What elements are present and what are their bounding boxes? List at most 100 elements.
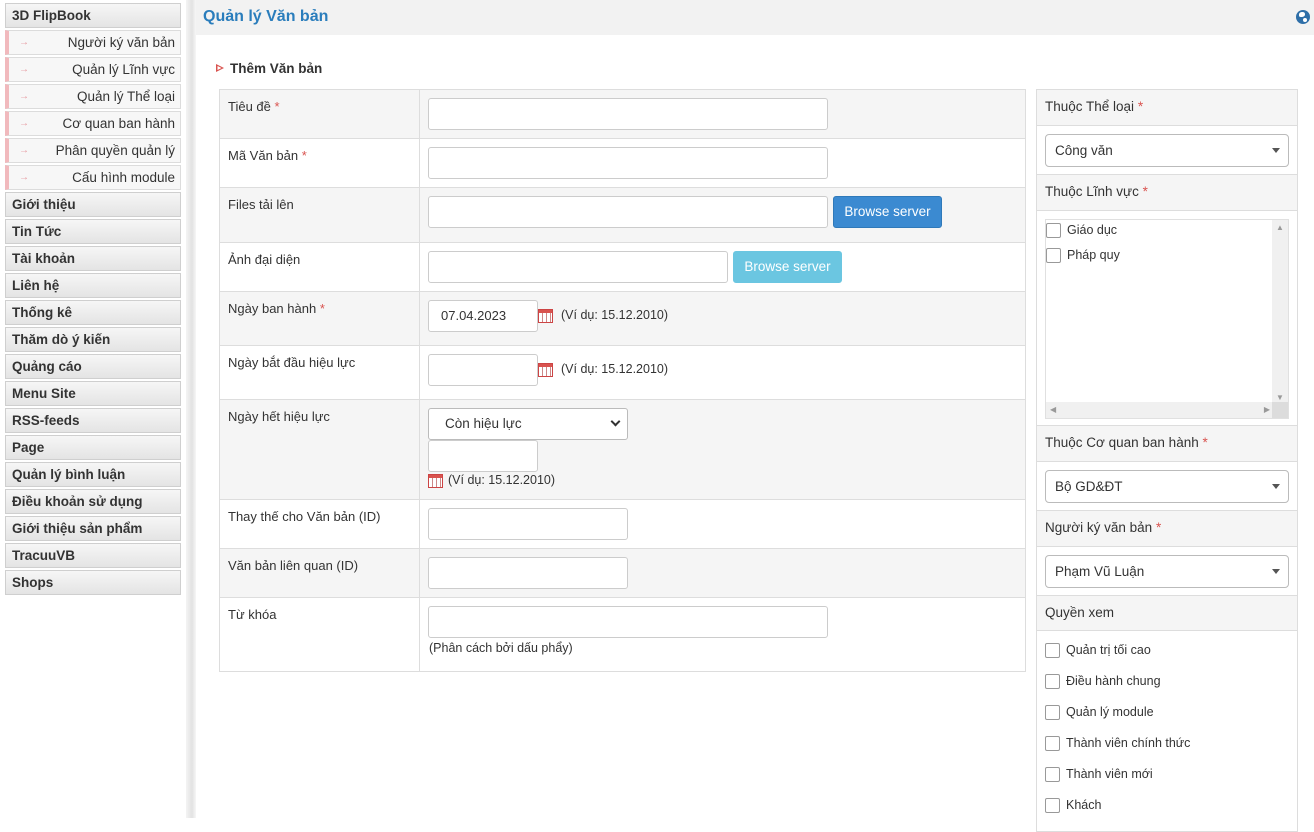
category-label: Thuộc Thể loại * [1037, 90, 1297, 126]
field-body: Giáo dục Pháp quy ▲ ▼ ◀ ▶ [1037, 211, 1297, 426]
view-right-label: Thành viên chính thức [1066, 736, 1191, 750]
calendar-icon[interactable] [538, 363, 553, 377]
sidebar-item-label: Cơ quan ban hành [62, 116, 175, 131]
title-input[interactable] [428, 98, 828, 130]
title-label: Tiêu đề * [220, 90, 420, 138]
sidebar-item[interactable]: Tài khoản [5, 246, 181, 271]
field-option[interactable]: Giáo dục [1046, 223, 1118, 239]
view-right-label: Thành viên mới [1066, 767, 1153, 781]
scroll-down-icon[interactable]: ▼ [1276, 393, 1284, 402]
sidebar-item[interactable]: Liên hệ [5, 273, 181, 298]
sidebar-item-label: Menu Site [12, 386, 76, 401]
sidebar-item[interactable]: Thống kê [5, 300, 181, 325]
sidebar-menu: 3D FlipBook → Người ký văn bản → Quản lý Lĩn… [5, 3, 181, 597]
files-input[interactable] [428, 196, 828, 228]
files-browse-button[interactable]: Browse server [833, 196, 942, 228]
sidebar-subitem[interactable]: → Phân quyền quản lý [5, 138, 181, 163]
sidebar-item[interactable]: Shops [5, 570, 181, 595]
field-listbox[interactable]: Giáo dục Pháp quy ▲ ▼ ◀ ▶ [1045, 219, 1289, 419]
scroll-right-icon[interactable]: ▶ [1264, 405, 1270, 414]
chevron-down-icon [610, 416, 621, 427]
sidebar-item[interactable]: TracuuVB [5, 543, 181, 568]
sidebar-subitem[interactable]: → Cơ quan ban hành [5, 111, 181, 136]
checkbox[interactable] [1045, 674, 1060, 690]
sidebar-item-label: Phân quyền quản lý [55, 143, 175, 158]
end-date-status-select[interactable]: Còn hiệu lực [428, 408, 628, 440]
arrow-right-icon: → [19, 37, 29, 48]
calendar-icon[interactable] [428, 474, 443, 488]
scrollbar-corner [1272, 402, 1288, 418]
view-rights-body: Quản trị tối cao Điều hành chung Quản lý… [1037, 631, 1297, 831]
field-option[interactable]: Pháp quy [1046, 248, 1120, 264]
files-label: Files tải lên [220, 188, 420, 242]
sidebar-item-label: Người ký văn bản [67, 35, 175, 50]
globe-icon[interactable] [1296, 10, 1310, 24]
checkbox[interactable] [1045, 736, 1060, 752]
arrow-right-icon: → [19, 145, 29, 156]
sidebar-item[interactable]: Quản lý bình luận [5, 462, 181, 487]
sidebar-item[interactable]: Giới thiệu [5, 192, 181, 217]
sidebar-item-label: Giới thiệu [12, 197, 76, 212]
bullet-arrow-icon [216, 64, 224, 72]
replace-input[interactable] [428, 508, 628, 540]
sidebar-subitem[interactable]: → Quản lý Lĩnh vực [5, 57, 181, 82]
checkbox[interactable] [1045, 767, 1060, 783]
replace-label: Thay thế cho Văn bản (ID) [220, 500, 420, 548]
sidebar-item[interactable]: RSS-feeds [5, 408, 181, 433]
scroll-up-icon[interactable]: ▲ [1276, 223, 1284, 232]
signer-select[interactable]: Phạm Vũ Luận [1045, 555, 1289, 588]
sidebar-subitem[interactable]: → Quản lý Thể loại [5, 84, 181, 109]
view-right-label: Khách [1066, 798, 1102, 812]
view-right-option[interactable]: Quản trị tối cao [1045, 643, 1151, 659]
signer-label: Người ký văn bản * [1037, 511, 1297, 547]
sidebar-item[interactable]: Quảng cáo [5, 354, 181, 379]
sidebar-item[interactable]: Page [5, 435, 181, 460]
sidebar-item-label: Giới thiệu sản phẩm [12, 521, 143, 536]
calendar-icon[interactable] [538, 309, 553, 323]
issue-date-input[interactable]: 07.04.2023 [428, 300, 538, 332]
sidebar-subitem[interactable]: → Cấu hình module [5, 165, 181, 190]
horizontal-scrollbar[interactable]: ◀ ▶ [1046, 402, 1274, 418]
agency-value: Bộ GD&ĐT [1055, 479, 1123, 494]
keywords-input[interactable] [428, 606, 828, 638]
category-select[interactable]: Công văn [1045, 134, 1289, 167]
vertical-scrollbar[interactable]: ▲ ▼ [1272, 220, 1288, 404]
category-value: Công văn [1055, 143, 1113, 158]
sidebar-item[interactable]: Điều khoản sử dụng [5, 489, 181, 514]
view-right-option[interactable]: Điều hành chung [1045, 674, 1161, 690]
end-date-input[interactable] [428, 440, 538, 472]
form-row-replace: Thay thế cho Văn bản (ID) [220, 500, 1025, 549]
view-right-label: Quản trị tối cao [1066, 643, 1151, 657]
sidebar-item-label: Shops [12, 575, 54, 590]
view-right-option[interactable]: Quản lý module [1045, 705, 1154, 721]
document-form: Tiêu đề * Mã Văn bản * Files tải lên Bro… [219, 89, 1026, 672]
view-right-option[interactable]: Thành viên mới [1045, 767, 1153, 783]
code-input[interactable] [428, 147, 828, 179]
dropdown-arrow-icon [1272, 484, 1280, 489]
view-right-option[interactable]: Khách [1045, 798, 1102, 814]
checkbox[interactable] [1045, 643, 1060, 659]
checkbox[interactable] [1046, 248, 1061, 264]
arrow-right-icon: → [19, 91, 29, 102]
sidebar-subitem[interactable]: → Người ký văn bản [5, 30, 181, 55]
sidebar-item[interactable]: Tin Tức [5, 219, 181, 244]
sidebar-item[interactable]: 3D FlipBook [5, 3, 181, 28]
category-body: Công văn [1037, 126, 1297, 175]
image-browse-button[interactable]: Browse server [733, 251, 842, 283]
scroll-left-icon[interactable]: ◀ [1050, 405, 1056, 414]
sidebar-item-label: Thăm dò ý kiến [12, 332, 111, 347]
agency-select[interactable]: Bộ GD&ĐT [1045, 470, 1289, 503]
form-row-end-date: Ngày hết hiệu lực Còn hiệu lực (Ví dụ: 1… [220, 400, 1025, 500]
related-input[interactable] [428, 557, 628, 589]
sidebar-item[interactable]: Thăm dò ý kiến [5, 327, 181, 352]
sidebar-item[interactable]: Menu Site [5, 381, 181, 406]
sidebar-item[interactable]: Giới thiệu sản phẩm [5, 516, 181, 541]
image-input[interactable] [428, 251, 728, 283]
start-date-input[interactable] [428, 354, 538, 386]
checkbox[interactable] [1045, 798, 1060, 814]
checkbox[interactable] [1046, 223, 1061, 239]
sidebar: 3D FlipBook → Người ký văn bản → Quản lý Lĩn… [0, 0, 191, 818]
checkbox[interactable] [1045, 705, 1060, 721]
field-option-label: Giáo dục [1067, 223, 1118, 237]
view-right-option[interactable]: Thành viên chính thức [1045, 736, 1191, 752]
